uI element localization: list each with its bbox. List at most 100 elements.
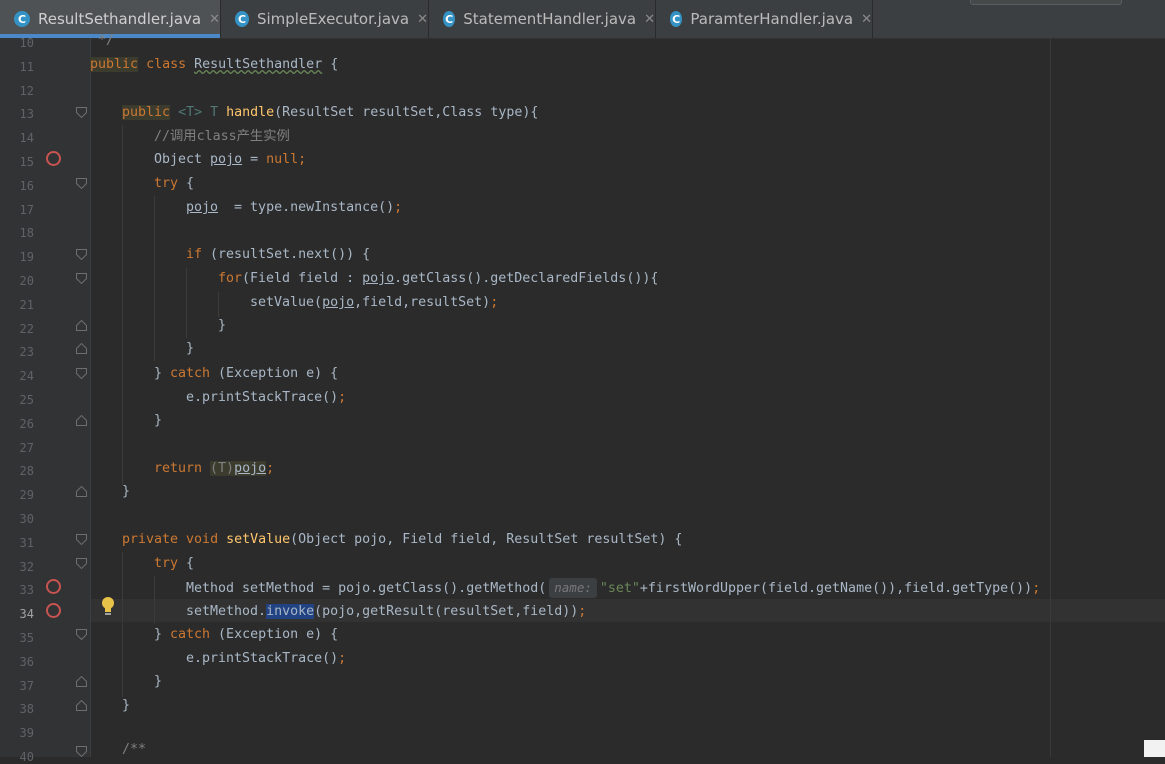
tab-simpleexecutor[interactable]: C SimpleExecutor.java ✕ (221, 0, 429, 38)
fold-icon[interactable] (76, 178, 87, 189)
code-line-16[interactable]: try { (154, 174, 194, 194)
keyword: for (218, 271, 243, 286)
fold-icon[interactable] (76, 534, 87, 545)
line-number: 35 (19, 631, 34, 645)
close-icon[interactable]: ✕ (417, 12, 428, 27)
code-text: { (178, 176, 195, 191)
code-line-21[interactable]: setValue(pojo,field,resultSet); (250, 293, 498, 313)
keyword: class (146, 57, 187, 72)
code-text: } (154, 413, 163, 428)
tab-label: SimpleExecutor.java (256, 10, 410, 28)
line-number: 14 (19, 131, 34, 145)
keyword: try (154, 556, 179, 571)
code-line-17[interactable]: pojo = type.newInstance(); (186, 198, 402, 218)
code-line-32[interactable]: try { (154, 554, 194, 574)
code-line-33[interactable]: Method setMethod = pojo.getClass().getMe… (186, 578, 1040, 598)
fold-icon[interactable] (76, 558, 87, 569)
selected-identifier[interactable]: invoke (266, 604, 315, 619)
code-line-29[interactable]: } (122, 482, 130, 502)
code-line-14[interactable]: //调用class产生实例 (154, 127, 290, 147)
code-line-31[interactable]: private void setValue(Object pojo, Field… (122, 530, 682, 550)
tab-label: StatementHandler.java (463, 10, 637, 28)
code-line-36[interactable]: e.printStackTrace(); (186, 649, 346, 669)
code-line-38[interactable]: } (122, 696, 130, 716)
breakpoint-icon[interactable] (46, 151, 61, 166)
indent-guide (218, 292, 219, 317)
code-line-10[interactable]: */ (98, 31, 114, 51)
code-line-19[interactable]: if (resultSet.next()) { (186, 245, 370, 265)
code-line-40[interactable]: /** (122, 740, 146, 760)
line-number: 20 (19, 274, 34, 288)
keyword: catch (170, 366, 211, 381)
variable: pojo (210, 152, 243, 167)
code-line-15[interactable]: Object pojo = null; (154, 150, 306, 170)
fold-icon[interactable] (76, 746, 87, 757)
class-icon: C (670, 11, 683, 27)
class-icon: C (443, 11, 456, 27)
code-line-23[interactable]: } (186, 339, 194, 359)
fold-icon[interactable] (76, 249, 87, 260)
fold-end-icon[interactable] (76, 700, 87, 711)
code-text: = type.newInstance() (218, 200, 395, 215)
code-line-22[interactable]: } (218, 316, 226, 336)
tab-statementhandler[interactable]: C StatementHandler.java ✕ (429, 0, 656, 38)
code-text: +firstWordUpper(field.getName()),field.g… (639, 581, 1033, 596)
close-icon[interactable]: ✕ (209, 12, 220, 27)
type-parameter: <T> (178, 105, 203, 120)
code-text: (pojo,getResult(resultSet,field)) (314, 604, 579, 619)
code-line-25[interactable]: e.printStackTrace(); (186, 388, 346, 408)
code-text: } (154, 366, 171, 381)
code-line-28[interactable]: return (T)pojo; (154, 459, 274, 479)
breakpoint-icon[interactable] (46, 603, 61, 618)
tab-label: ParamterHandler.java (690, 10, 854, 28)
tab-paramterhandler[interactable]: C ParamterHandler.java ✕ (656, 0, 873, 38)
line-number: 22 (19, 322, 34, 336)
code-line-35[interactable]: } catch (Exception e) { (154, 625, 338, 645)
variable: pojo (362, 271, 395, 286)
fold-end-icon[interactable] (76, 415, 87, 426)
line-number: 40 (19, 750, 34, 764)
fold-icon[interactable] (76, 368, 87, 379)
code-text: (resultSet.next()) { (202, 247, 371, 262)
close-icon[interactable]: ✕ (644, 12, 655, 27)
code-line-37[interactable]: } (154, 672, 162, 692)
fold-icon[interactable] (76, 107, 87, 118)
code-line-24[interactable]: } catch (Exception e) { (154, 364, 338, 384)
semicolon: ; (338, 390, 347, 405)
tab-label: ResultSethandler.java (38, 10, 202, 28)
breakpoint-icon[interactable] (46, 579, 61, 594)
code-text: (Exception e) { (210, 627, 339, 642)
right-margin-guide (1050, 38, 1051, 757)
code-line-34[interactable]: setMethod.invoke(pojo,getResult(resultSe… (186, 602, 586, 622)
line-number: 10 (19, 36, 34, 50)
code-text: (ResultSet resultSet,Class type){ (274, 105, 539, 120)
code-text: } (122, 484, 131, 499)
line-number: 37 (19, 679, 34, 693)
line-number: 12 (19, 84, 34, 98)
code-line-11[interactable]: public class ResultSethandler { (90, 55, 338, 75)
string-literal: "set" (599, 581, 640, 596)
fold-end-icon[interactable] (76, 676, 87, 687)
fold-end-icon[interactable] (76, 320, 87, 331)
line-number: 13 (19, 107, 34, 121)
code-line-13[interactable]: public <T> T handle(ResultSet resultSet,… (122, 103, 538, 123)
code-text: Method setMethod = pojo.getClass().getMe… (186, 581, 547, 596)
code-text: } (154, 627, 171, 642)
code-text: (Field field : (242, 271, 363, 286)
semicolon: ; (394, 200, 403, 215)
fold-end-icon[interactable] (76, 486, 87, 497)
code-text: { (322, 57, 339, 72)
lightbulb-icon[interactable] (100, 596, 116, 618)
close-icon[interactable]: ✕ (861, 12, 872, 27)
fold-icon[interactable] (76, 273, 87, 284)
code-text: Object (154, 152, 211, 167)
redundant-cast: (T) (210, 461, 235, 476)
line-number: 34 (19, 607, 34, 621)
fold-icon[interactable] (76, 629, 87, 640)
line-number: 33 (19, 583, 34, 597)
line-number: 24 (19, 369, 34, 383)
navigation-widget[interactable] (970, 0, 1122, 5)
code-line-20[interactable]: for(Field field : pojo.getClass().getDec… (218, 269, 658, 289)
fold-end-icon[interactable] (76, 343, 87, 354)
code-line-26[interactable]: } (154, 411, 162, 431)
